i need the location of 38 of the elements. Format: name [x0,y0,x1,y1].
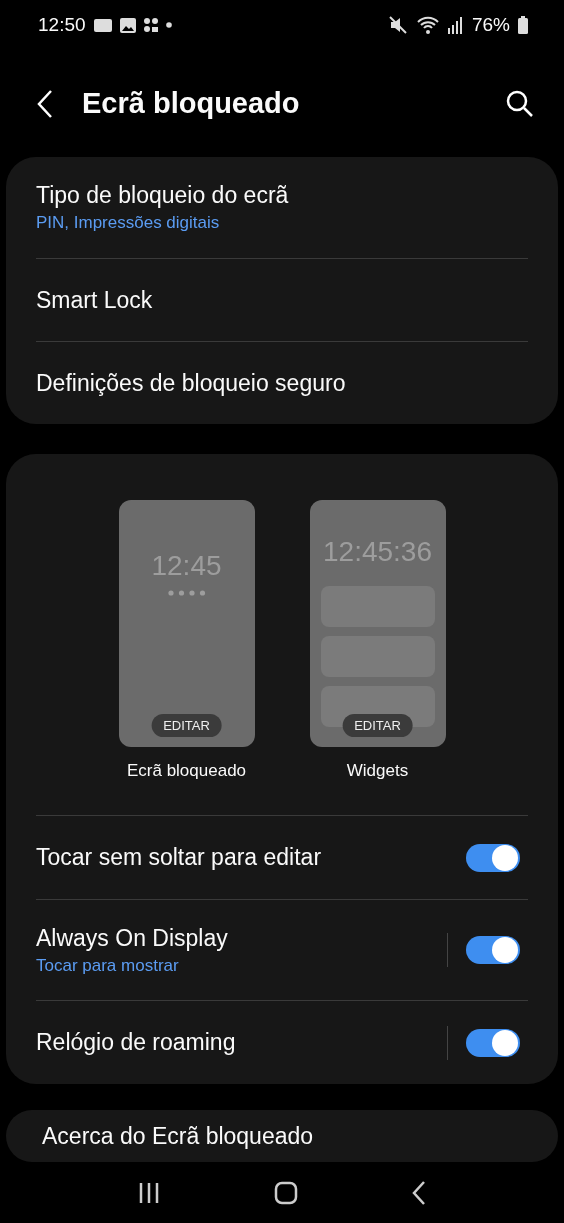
item-subtitle: Tocar para mostrar [36,955,180,976]
page-title: Ecrã bloqueado [82,87,301,120]
apps-download-icon [143,18,158,32]
settings-item[interactable]: Acerca do Ecrã bloqueado [6,1110,558,1162]
settings-item[interactable]: Relógio de roaming [36,1000,528,1084]
back-icon[interactable] [36,88,54,119]
back-icon[interactable] [411,1179,428,1206]
image-icon [119,17,136,33]
mute-icon [387,15,408,35]
settings-item[interactable]: Smart Lock [36,258,528,341]
toggle-switch[interactable] [466,843,520,872]
item-title: Relógio de roaming [36,1029,237,1056]
edit-button[interactable]: EDITAR [342,714,413,737]
item-title: Definições de bloqueio seguro [36,369,347,397]
search-icon[interactable] [506,89,534,118]
preview-label: Ecrã bloqueado [126,761,247,781]
preview-label: Widgets [346,761,409,781]
signal-icon [447,16,464,34]
settings-item[interactable]: Definições de bloqueio seguro [36,341,528,424]
battery-percent: 76% [471,14,510,36]
status-time: 12:50 [38,14,86,36]
item-title: Tipo de bloqueio do ecrã [36,182,290,209]
more-notifications-icon [165,22,172,28]
toggle-switch[interactable] [466,1028,520,1057]
item-title: Tocar sem soltar para editar [36,844,323,871]
toggle-switch[interactable] [466,936,520,964]
item-title: Smart Lock [36,286,154,314]
item-subtitle: PIN, Impressões digitais [36,213,221,233]
edit-button[interactable]: EDITAR [151,714,222,737]
pin-dots-icon [167,590,206,596]
battery-icon [518,16,528,34]
wifi-icon [415,15,440,35]
item-title: Acerca do Ecrã bloqueado [42,1122,314,1150]
settings-item[interactable]: Tipo de bloqueio do ecrã PIN, Impressões digitais [36,157,528,258]
item-title: Always On Display [36,924,229,952]
settings-item[interactable]: Always On Display Tocar para mostrar [36,899,528,1000]
settings-item[interactable]: Tocar sem soltar para editar [36,815,528,899]
home-icon[interactable] [274,1180,298,1205]
